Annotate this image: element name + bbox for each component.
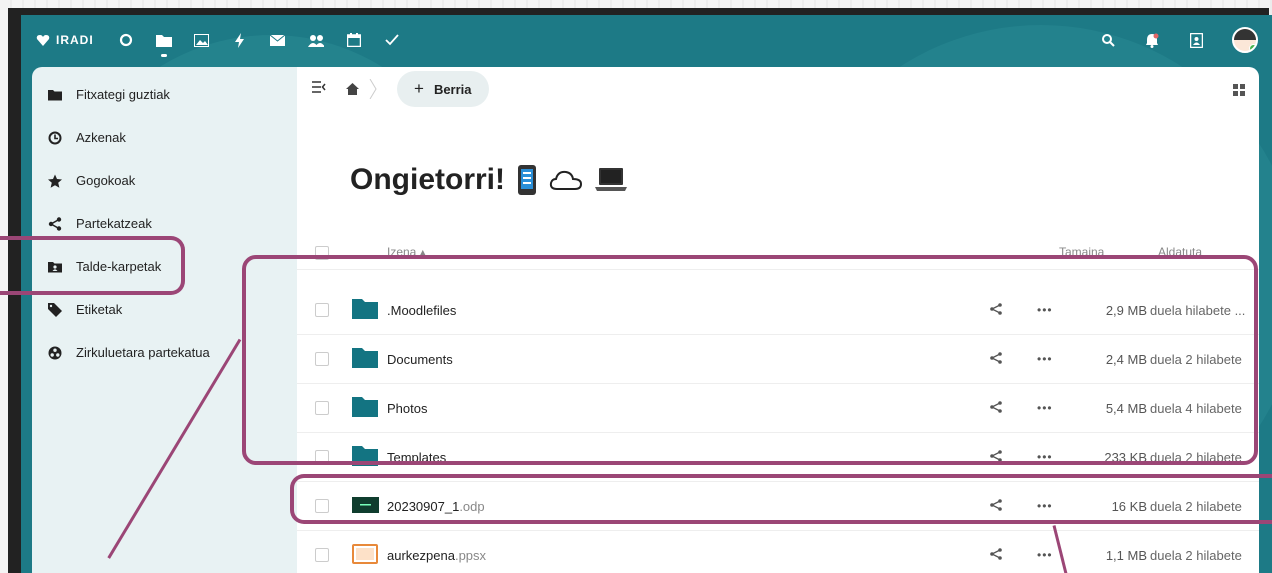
cloud-icon <box>549 170 583 190</box>
highlight-group-folders <box>0 236 185 295</box>
dashboard-icon[interactable] <box>118 32 134 48</box>
page-title: Ongietorri! <box>350 163 505 196</box>
breadcrumb-bar: + Berria <box>297 67 1259 111</box>
sidebar-item-label: Partekatzeak <box>76 216 152 231</box>
sidebar-item-favorites[interactable]: Gogokoak <box>32 159 297 202</box>
notifications-icon[interactable] <box>1144 32 1160 48</box>
heart-logo-icon <box>36 35 50 46</box>
phone-icon <box>518 165 536 195</box>
app-menu <box>118 32 400 57</box>
brand-name: IRADI <box>56 33 94 47</box>
file-name[interactable]: aurkezpena.ppsx <box>387 548 486 563</box>
welcome-heading: Ongietorri! <box>350 163 627 197</box>
sidebar-item-all-files[interactable]: Fitxategi guztiak <box>32 73 297 116</box>
breadcrumb-separator-icon <box>369 79 377 99</box>
highlight-odp-file <box>290 474 1272 524</box>
row-checkbox[interactable] <box>315 548 329 562</box>
tasks-icon[interactable] <box>384 32 400 48</box>
toggle-sidebar-icon[interactable] <box>312 80 326 98</box>
sidebar-item-label: Gogokoak <box>76 173 136 188</box>
laptop-icon <box>595 168 627 191</box>
new-button-label: Berria <box>433 81 472 97</box>
folder-icon <box>48 89 62 100</box>
status-dot <box>1249 44 1256 51</box>
more-actions-icon[interactable]: ••• <box>1037 548 1053 562</box>
activity-icon[interactable] <box>232 32 248 48</box>
breadcrumb <box>346 79 377 99</box>
sidebar-item-recent[interactable]: Azkenak <box>32 116 297 159</box>
header-right <box>1100 27 1258 53</box>
star-icon <box>48 174 62 188</box>
share-icon <box>48 216 62 231</box>
highlight-folders <box>242 255 1258 465</box>
new-button[interactable]: + Berria <box>397 71 489 107</box>
contacts-icon[interactable] <box>307 32 324 48</box>
file-modified: duela 2 hilabete <box>1150 547 1242 563</box>
contacts-menu-icon[interactable] <box>1188 32 1204 48</box>
top-bar: IRADI <box>21 15 1272 65</box>
slideshow-icon <box>352 543 378 567</box>
home-icon[interactable] <box>346 83 359 95</box>
share-icon[interactable] <box>990 547 1002 563</box>
avatar-hair <box>1234 29 1256 40</box>
sidebar-item-label: Azkenak <box>76 130 126 145</box>
file-extension: .ppsx <box>454 547 487 563</box>
user-avatar[interactable] <box>1232 27 1258 53</box>
grid-view-icon[interactable] <box>1233 83 1245 101</box>
photos-icon[interactable] <box>194 32 210 48</box>
calendar-icon[interactable] <box>346 32 362 48</box>
sidebar-item-label: Zirkuluetara partekatua <box>76 345 210 360</box>
file-basename: aurkezpena <box>387 547 455 563</box>
tag-icon <box>48 302 62 317</box>
circles-icon <box>48 346 62 359</box>
mail-icon[interactable] <box>270 32 286 48</box>
file-size: 1,1 MB <box>1105 547 1147 563</box>
sidebar-item-label: Etiketak <box>76 302 123 317</box>
plus-icon: + <box>414 79 424 98</box>
files-icon[interactable] <box>155 32 172 57</box>
table-row[interactable]: aurkezpena.ppsx ••• 1,1 MB duela 2 hilabete <box>297 531 1259 573</box>
brand-logo[interactable]: IRADI <box>35 32 94 48</box>
search-icon[interactable] <box>1100 32 1116 48</box>
clock-icon <box>48 131 62 144</box>
sidebar-item-label: Fitxategi guztiak <box>76 87 170 102</box>
